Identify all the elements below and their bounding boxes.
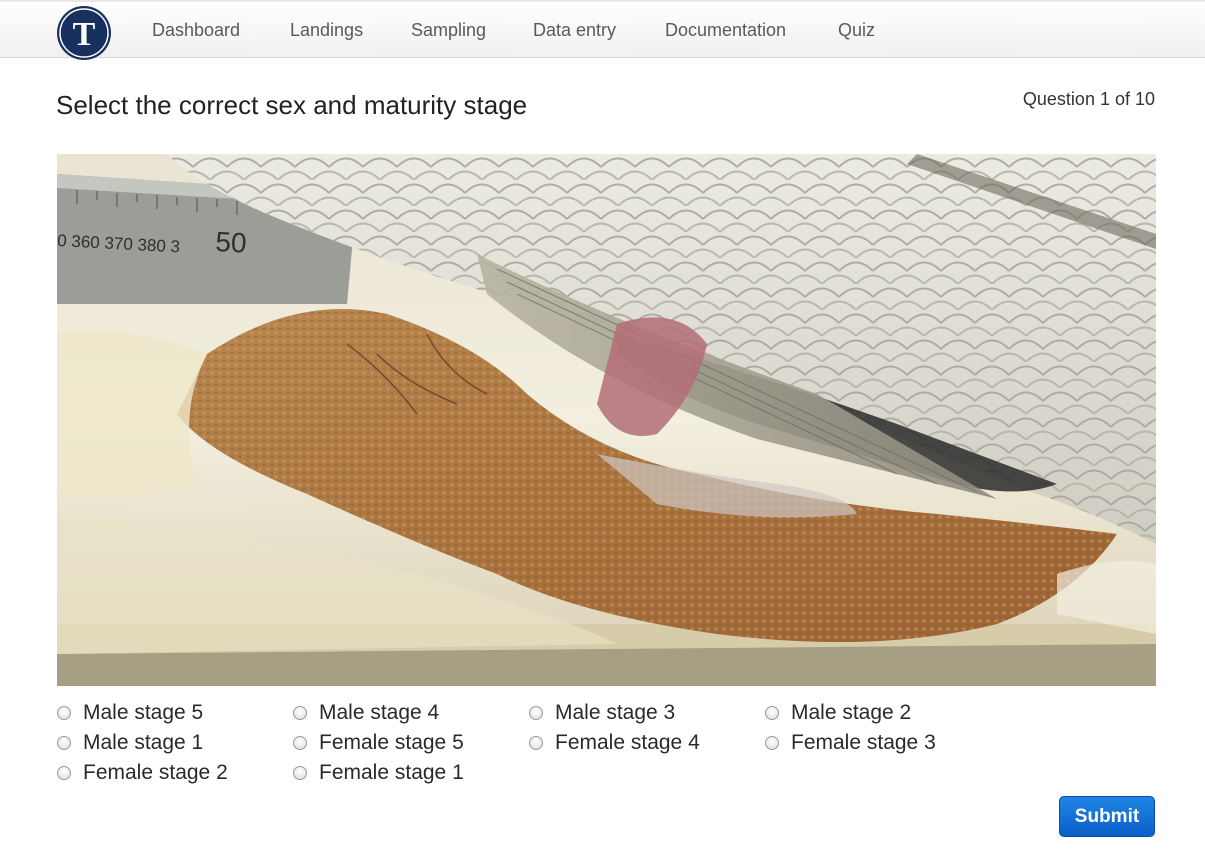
radio-button[interactable] bbox=[57, 736, 71, 750]
radio-button[interactable] bbox=[765, 706, 779, 720]
option-female-stage-1[interactable]: Female stage 1 bbox=[293, 760, 464, 786]
option-label: Male stage 5 bbox=[83, 701, 204, 724]
nav-landings[interactable]: Landings bbox=[290, 20, 363, 41]
nav-dashboard[interactable]: Dashboard bbox=[152, 20, 240, 41]
nav-documentation[interactable]: Documentation bbox=[665, 20, 786, 41]
nav-sampling[interactable]: Sampling bbox=[411, 20, 486, 41]
option-female-stage-4[interactable]: Female stage 4 bbox=[529, 730, 700, 756]
top-navbar: T Dashboard Landings Sampling Data entry… bbox=[0, 0, 1205, 61]
option-female-stage-2[interactable]: Female stage 2 bbox=[57, 760, 228, 786]
option-male-stage-2[interactable]: Male stage 2 bbox=[765, 700, 911, 726]
option-male-stage-3[interactable]: Male stage 3 bbox=[529, 700, 675, 726]
option-female-stage-3[interactable]: Female stage 3 bbox=[765, 730, 936, 756]
option-label: Male stage 2 bbox=[791, 701, 912, 724]
nav-data-entry[interactable]: Data entry bbox=[533, 20, 616, 41]
radio-button[interactable] bbox=[293, 766, 307, 780]
radio-button[interactable] bbox=[529, 706, 543, 720]
submit-button[interactable]: Submit bbox=[1059, 796, 1155, 837]
nav-quiz[interactable]: Quiz bbox=[838, 20, 875, 41]
radio-button[interactable] bbox=[57, 706, 71, 720]
option-label: Male stage 4 bbox=[319, 701, 440, 724]
option-label: Female stage 4 bbox=[555, 731, 700, 754]
specimen-photo: 0 360 370 380 3 50 bbox=[57, 154, 1156, 686]
option-label: Female stage 2 bbox=[83, 761, 228, 784]
radio-button[interactable] bbox=[293, 736, 307, 750]
option-label: Female stage 1 bbox=[319, 761, 464, 784]
option-label: Female stage 3 bbox=[791, 731, 936, 754]
page-title: Select the correct sex and maturity stag… bbox=[56, 90, 528, 120]
logo-letter: T bbox=[73, 16, 96, 53]
question-counter: Question 1 of 10 bbox=[1022, 89, 1155, 109]
option-male-stage-4[interactable]: Male stage 4 bbox=[293, 700, 439, 726]
option-label: Male stage 1 bbox=[83, 731, 204, 754]
radio-button[interactable] bbox=[529, 736, 543, 750]
option-male-stage-1[interactable]: Male stage 1 bbox=[57, 730, 203, 756]
option-label: Female stage 5 bbox=[319, 731, 464, 754]
radio-button[interactable] bbox=[765, 736, 779, 750]
ruler-scale-big: 50 bbox=[215, 226, 248, 259]
brand-logo[interactable]: T bbox=[56, 5, 112, 61]
option-male-stage-5[interactable]: Male stage 5 bbox=[57, 700, 203, 726]
option-female-stage-5[interactable]: Female stage 5 bbox=[293, 730, 464, 756]
radio-button[interactable] bbox=[293, 706, 307, 720]
logo-icon: T bbox=[57, 6, 111, 60]
option-label: Male stage 3 bbox=[555, 701, 676, 724]
radio-button[interactable] bbox=[57, 766, 71, 780]
